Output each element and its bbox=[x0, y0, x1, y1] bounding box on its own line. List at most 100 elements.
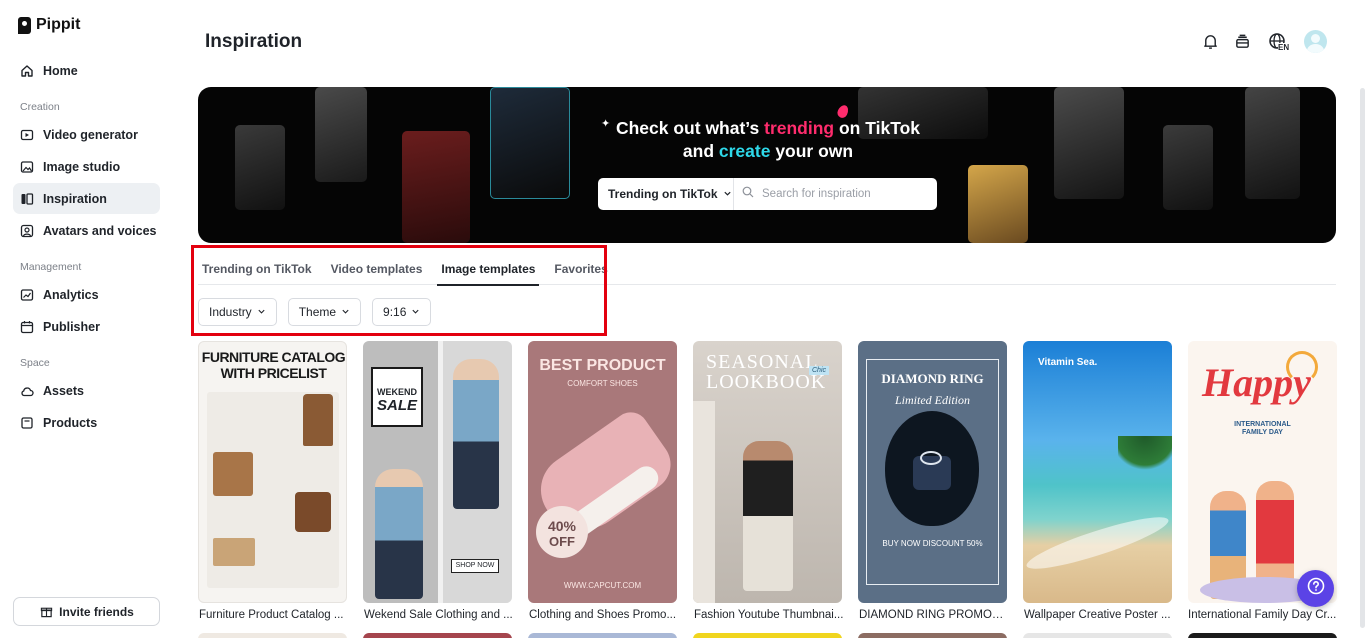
card-badge: WEKEND SALE bbox=[371, 367, 423, 427]
home-icon bbox=[20, 64, 34, 78]
calendar-icon bbox=[20, 320, 34, 334]
template-card-next-row[interactable] bbox=[858, 633, 1007, 638]
sidebar-item-label: Analytics bbox=[43, 287, 99, 302]
card-illustration bbox=[743, 441, 793, 591]
card-illustration bbox=[295, 492, 331, 532]
sidebar-item-avatars-and-voices[interactable]: Avatars and voices bbox=[13, 215, 160, 246]
card-subheadline: COMFORT SHOES bbox=[567, 379, 638, 388]
hero-banner: ✦ Check out what’s trending on TikTok an… bbox=[198, 87, 1336, 243]
bell-icon[interactable] bbox=[1201, 32, 1220, 51]
card-subheadline: Limited Edition bbox=[895, 393, 970, 407]
image-icon bbox=[20, 160, 34, 174]
card-subheadline: SALE bbox=[376, 397, 417, 414]
sidebar-item-image-studio[interactable]: Image studio bbox=[13, 151, 160, 182]
sidebar-item-home[interactable]: Home bbox=[13, 55, 160, 86]
search-icon bbox=[742, 185, 754, 203]
logo-text: Pippit bbox=[36, 16, 81, 33]
card-illustration bbox=[303, 394, 333, 446]
card-headline: WEKEND bbox=[377, 387, 417, 397]
template-card[interactable]: Happy INTERNATIONAL FAMILY DAY bbox=[1188, 341, 1337, 603]
card-headline: Vitamin Sea. bbox=[1038, 357, 1098, 368]
sidebar-item-analytics[interactable]: Analytics bbox=[13, 279, 160, 310]
logo[interactable]: Pippit bbox=[18, 16, 80, 34]
inbox-stack-icon[interactable] bbox=[1233, 32, 1252, 51]
user-avatar[interactable] bbox=[1304, 30, 1327, 53]
search-input[interactable] bbox=[762, 188, 932, 200]
help-button[interactable] bbox=[1297, 570, 1334, 607]
card-illustration bbox=[693, 401, 715, 603]
headline-text: your own bbox=[770, 141, 854, 161]
chevron-down-icon bbox=[723, 187, 732, 201]
banner-headline: Check out what’s trending on TikTok and … bbox=[598, 117, 938, 163]
logo-icon bbox=[18, 16, 31, 34]
template-card[interactable]: FURNITURE CATALOG WITH PRICELIST bbox=[198, 341, 347, 603]
card-headline: Happy bbox=[1202, 360, 1311, 405]
analytics-icon bbox=[20, 288, 34, 302]
template-card-next-row[interactable] bbox=[528, 633, 677, 638]
search-source-dropdown[interactable]: Trending on TikTok bbox=[598, 178, 734, 210]
template-card-next-row[interactable] bbox=[1188, 633, 1337, 638]
card-badge: Chic bbox=[809, 366, 830, 375]
template-card[interactable]: DIAMOND RING Limited Edition BUY NOW DIS… bbox=[858, 341, 1007, 603]
invite-friends-button[interactable]: Invite friends bbox=[13, 597, 160, 626]
highlight-box bbox=[191, 245, 607, 336]
card-title[interactable]: Clothing and Shoes Promo... bbox=[529, 609, 679, 621]
sidebar-item-publisher[interactable]: Publisher bbox=[13, 311, 160, 342]
card-title[interactable]: International Family Day Cr... bbox=[1188, 609, 1338, 621]
template-card-next-row[interactable] bbox=[198, 633, 347, 638]
sidebar-item-label: Avatars and voices bbox=[43, 223, 157, 238]
card-title[interactable]: Wallpaper Creative Poster ... bbox=[1024, 609, 1174, 621]
sidebar: Pippit Home Creation Video generator Ima… bbox=[0, 0, 174, 638]
banner-thumbnail bbox=[1163, 125, 1213, 210]
headline-highlight-create: create bbox=[718, 141, 771, 161]
banner-thumbnail bbox=[1054, 87, 1124, 199]
banner-thumbnail bbox=[402, 131, 470, 243]
template-card[interactable]: BEST PRODUCT COMFORT SHOES 40% OFF WWW.C… bbox=[528, 341, 677, 603]
card-title[interactable]: Fashion Youtube Thumbnai... bbox=[694, 609, 844, 621]
page-title: Inspiration bbox=[205, 31, 303, 52]
card-cta: SHOP NOW bbox=[451, 559, 499, 573]
template-card[interactable]: WEKEND SALE SHOP NOW bbox=[363, 341, 512, 603]
template-card[interactable]: SEASONAL LOOKBOOK Chic bbox=[693, 341, 842, 603]
top-toolbar: EN bbox=[1201, 30, 1327, 53]
sidebar-item-assets[interactable]: Assets bbox=[13, 375, 160, 406]
video-plus-icon bbox=[20, 128, 34, 142]
template-card-next-row[interactable] bbox=[693, 633, 842, 638]
section-management: Management bbox=[20, 261, 82, 273]
scrollbar[interactable] bbox=[1360, 88, 1365, 628]
sidebar-item-products[interactable]: Products bbox=[13, 407, 160, 438]
sidebar-item-video-generator[interactable]: Video generator bbox=[13, 119, 160, 150]
language-code: EN bbox=[1278, 43, 1290, 52]
card-title[interactable]: Wekend Sale Clothing and ... bbox=[364, 609, 514, 621]
card-illustration bbox=[1118, 436, 1172, 476]
headline-text: and bbox=[682, 141, 719, 161]
inspiration-icon bbox=[20, 192, 34, 206]
headline-text: Check out what’s bbox=[615, 118, 765, 138]
card-headline: BEST PRODUCT bbox=[539, 357, 666, 374]
card-illustration bbox=[213, 452, 253, 496]
card-illustration bbox=[375, 469, 423, 599]
template-card-next-row[interactable] bbox=[1023, 633, 1172, 638]
invite-label: Invite friends bbox=[59, 604, 134, 619]
sidebar-item-label: Inspiration bbox=[43, 191, 107, 206]
template-card-next-row[interactable] bbox=[363, 633, 512, 638]
banner-thumbnail bbox=[968, 165, 1028, 243]
card-url: WWW.CAPCUT.COM bbox=[563, 581, 642, 590]
search-source-label: Trending on TikTok bbox=[608, 187, 718, 201]
card-subheadline: WITH PRICELIST bbox=[220, 365, 327, 381]
card-headline: FURNITURE CATALOG bbox=[201, 349, 346, 365]
card-headline: DIAMOND RING bbox=[881, 371, 984, 386]
card-title[interactable]: DIAMOND RING PROMOTI... bbox=[859, 609, 1009, 621]
language-globe-icon[interactable]: EN bbox=[1265, 32, 1291, 52]
cloud-icon bbox=[20, 384, 34, 398]
card-title[interactable]: Furniture Product Catalog ... bbox=[199, 609, 349, 621]
card-illustration bbox=[213, 538, 255, 566]
sidebar-item-label: Publisher bbox=[43, 319, 100, 334]
card-cta: BUY NOW DISCOUNT 50% bbox=[882, 539, 983, 548]
sidebar-item-label: Products bbox=[43, 415, 98, 430]
sidebar-item-inspiration[interactable]: Inspiration bbox=[13, 183, 160, 214]
template-card[interactable]: Vitamin Sea. bbox=[1023, 341, 1172, 603]
discount-value: 40% bbox=[547, 518, 577, 534]
avatar-icon bbox=[20, 224, 34, 238]
card-illustration bbox=[920, 451, 942, 465]
